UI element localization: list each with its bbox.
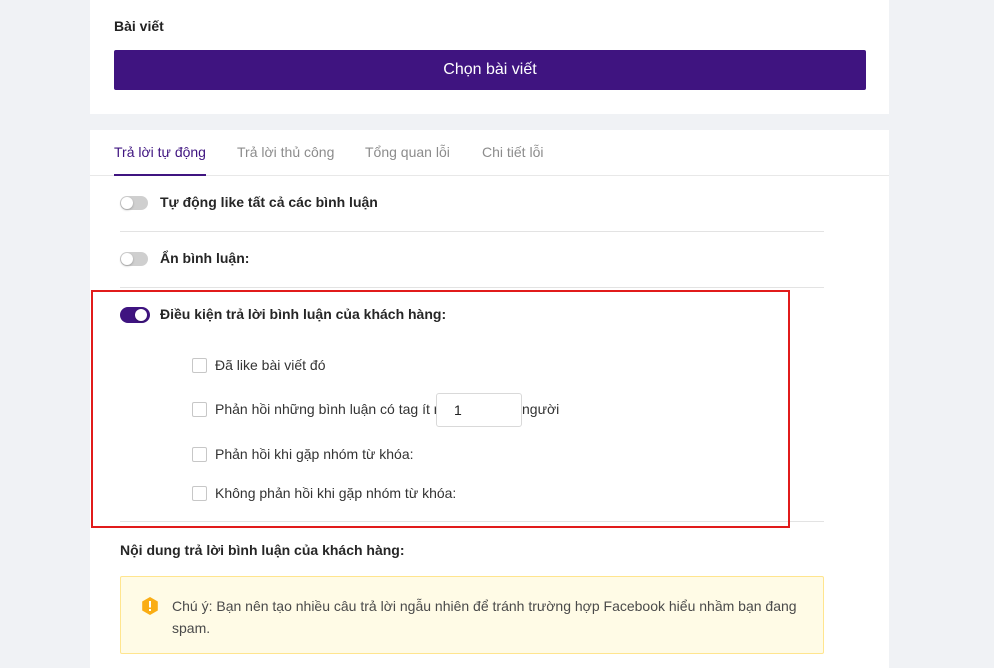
post-section-label: Bài viết [114,18,164,34]
reply-content-title: Nội dung trả lời bình luận của khách hàn… [120,542,405,558]
toggle-knob [121,253,133,265]
post-card: Bài viết Chọn bài viết [90,0,889,114]
hide-comment-toggle[interactable] [120,252,148,266]
tab-bar: Trả lời tự động Trả lời thủ công Tổng qu… [90,130,889,176]
tab-auto-reply[interactable]: Trả lời tự động [114,144,206,176]
spam-notice: Chú ý: Bạn nên tạo nhiều câu trả lời ngẫ… [120,576,824,654]
auto-like-label: Tự động like tất cả các bình luận [160,194,378,210]
notice-text: Chú ý: Bạn nên tạo nhiều câu trả lời ngẫ… [172,598,797,636]
hide-comment-row: Ẩn bình luận: [120,232,824,288]
warning-icon [142,597,158,615]
choose-post-button[interactable]: Chọn bài viết [114,50,866,90]
tab-manual-reply[interactable]: Trả lời thủ công [237,144,334,176]
highlight-annotation [91,290,790,528]
auto-like-row: Tự động like tất cả các bình luận [120,176,824,232]
tab-error-overview[interactable]: Tổng quan lỗi [365,144,450,176]
right-empty-area [889,0,994,668]
toggle-knob [121,197,133,209]
tab-error-detail[interactable]: Chi tiết lỗi [482,144,543,176]
hide-comment-label: Ẩn bình luận: [160,250,250,266]
auto-like-toggle[interactable] [120,196,148,210]
